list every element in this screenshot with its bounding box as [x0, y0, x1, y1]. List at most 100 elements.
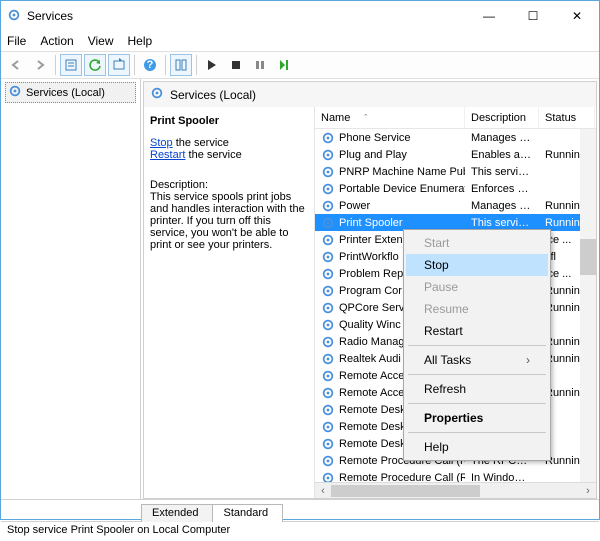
ctx-restart[interactable]: Restart	[406, 320, 548, 342]
menu-view[interactable]: View	[88, 34, 114, 48]
service-row[interactable]: Phone ServiceManages th...	[315, 129, 596, 146]
back-button[interactable]	[5, 54, 27, 76]
refresh-button[interactable]	[84, 54, 106, 76]
ctx-help[interactable]: Help	[406, 436, 548, 458]
vertical-scrollbar[interactable]	[580, 129, 596, 482]
scroll-thumb[interactable]	[331, 485, 480, 497]
content-header: Services (Local)	[144, 82, 596, 107]
context-menu: Start Stop Pause Resume Restart All Task…	[403, 229, 551, 461]
window-title: Services	[27, 9, 73, 23]
titlebar: Services — ☐ ✕	[1, 1, 599, 31]
menubar: File Action View Help	[1, 31, 599, 51]
pause-service-button[interactable]	[249, 54, 271, 76]
service-icon	[321, 165, 335, 179]
service-desc: This service ...	[465, 166, 539, 178]
service-name: Portable Device Enumerator...	[339, 183, 465, 195]
service-icon	[321, 267, 335, 281]
restart-service-button[interactable]	[273, 54, 295, 76]
ctx-refresh[interactable]: Refresh	[406, 378, 548, 400]
statusbar-text: Stop service Print Spooler on Local Comp…	[7, 524, 230, 536]
services-icon	[150, 86, 164, 103]
ctx-all-tasks[interactable]: All Tasks	[406, 349, 548, 371]
service-row[interactable]: Portable Device Enumerator...Enforces gr…	[315, 180, 596, 197]
service-icon	[321, 318, 335, 332]
help-button[interactable]: ?	[139, 54, 161, 76]
service-icon	[321, 131, 335, 145]
ctx-properties[interactable]: Properties	[406, 407, 548, 429]
show-hide-button[interactable]	[170, 54, 192, 76]
scroll-track[interactable]	[331, 485, 580, 497]
restart-suffix: the service	[185, 149, 241, 161]
service-row[interactable]: Plug and PlayEnables a c...Running	[315, 146, 596, 163]
col-status[interactable]: Status	[539, 107, 595, 128]
service-icon	[321, 335, 335, 349]
stop-suffix: the service	[173, 137, 229, 149]
scroll-thumb[interactable]	[580, 239, 596, 275]
service-row[interactable]: PowerManages p...Running	[315, 197, 596, 214]
service-icon	[321, 199, 335, 213]
ctx-sep	[408, 345, 546, 346]
service-name: Phone Service	[339, 132, 411, 144]
service-icon	[321, 352, 335, 366]
restart-link[interactable]: Restart	[150, 149, 185, 161]
content-pane: Services (Local) Print Spooler Stop the …	[143, 81, 597, 499]
app-icon	[7, 8, 21, 25]
service-icon	[321, 386, 335, 400]
menu-action[interactable]: Action	[40, 34, 73, 48]
scroll-right-icon[interactable]: ›	[580, 485, 596, 497]
svg-text:?: ?	[147, 59, 154, 71]
service-name: Program Cor	[339, 285, 402, 297]
sort-indicator-icon: ˆ	[364, 113, 367, 123]
column-headers: Name ˆ Description Status	[315, 107, 596, 129]
services-icon	[8, 84, 22, 101]
service-icon	[321, 471, 335, 483]
col-name[interactable]: Name ˆ	[315, 107, 465, 128]
properties-button[interactable]	[60, 54, 82, 76]
tab-extended[interactable]: Extended	[141, 504, 213, 522]
service-icon	[321, 420, 335, 434]
col-name-label: Name	[321, 112, 350, 124]
forward-button[interactable]	[29, 54, 51, 76]
service-icon	[321, 148, 335, 162]
col-status-label: Status	[545, 112, 576, 124]
scroll-left-icon[interactable]: ‹	[315, 485, 331, 497]
service-row[interactable]: Remote Procedure Call (RP...In Windows..…	[315, 469, 596, 482]
statusbar: Stop service Print Spooler on Local Comp…	[1, 521, 599, 541]
service-name: Remote Desk	[339, 404, 406, 416]
service-icon	[321, 216, 335, 230]
content-heading: Services (Local)	[170, 88, 256, 102]
service-name: Quality Winc	[339, 319, 401, 331]
minimize-button[interactable]: —	[467, 1, 511, 31]
service-name: Print Spooler	[339, 217, 403, 229]
service-icon	[321, 437, 335, 451]
maximize-button[interactable]: ☐	[511, 1, 555, 31]
detail-pane: Print Spooler Stop the service Restart t…	[144, 107, 314, 498]
service-desc: Enables a c...	[465, 149, 539, 161]
service-icon	[321, 369, 335, 383]
service-name: Remote Procedure Call (RP...	[339, 472, 465, 483]
service-name: Printer Exten	[339, 234, 403, 246]
service-name: QPCore Serv	[339, 302, 404, 314]
separator	[55, 55, 56, 75]
ctx-sep	[408, 403, 546, 404]
stop-service-button[interactable]	[225, 54, 247, 76]
tree-root[interactable]: Services (Local)	[5, 82, 136, 103]
tab-standard[interactable]: Standard	[212, 504, 283, 522]
menu-help[interactable]: Help	[128, 34, 153, 48]
service-row[interactable]: PNRP Machine Name Publi...This service .…	[315, 163, 596, 180]
col-desc[interactable]: Description	[465, 107, 539, 128]
view-tabs: Extended Standard	[1, 499, 599, 521]
service-icon	[321, 250, 335, 264]
close-button[interactable]: ✕	[555, 1, 599, 31]
ctx-sep	[408, 374, 546, 375]
ctx-stop[interactable]: Stop	[406, 254, 548, 276]
horizontal-scrollbar[interactable]: ‹ ›	[315, 482, 596, 498]
service-name: Power	[339, 200, 370, 212]
service-icon	[321, 284, 335, 298]
stop-link[interactable]: Stop	[150, 137, 173, 149]
start-service-button[interactable]	[201, 54, 223, 76]
service-name: Realtek Audi	[339, 353, 401, 365]
service-desc: Enforces gr...	[465, 183, 539, 195]
export-button[interactable]	[108, 54, 130, 76]
menu-file[interactable]: File	[7, 34, 26, 48]
